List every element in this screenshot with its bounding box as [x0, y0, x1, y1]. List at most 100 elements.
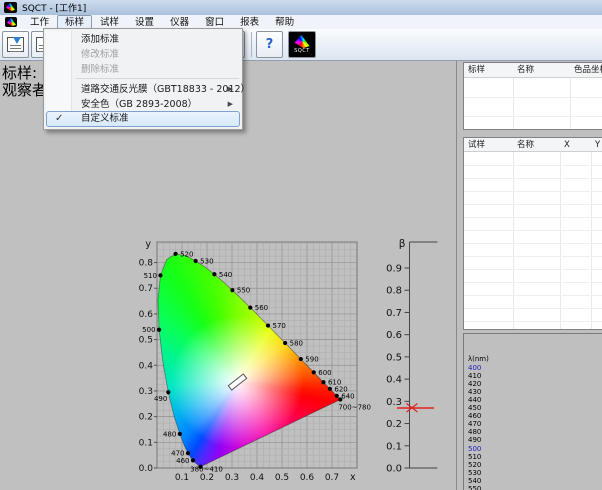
column-header: 标样 [468, 63, 485, 77]
svg-text:0.2: 0.2 [386, 419, 402, 430]
wavelength-value: 400 [468, 364, 481, 372]
wavelength-value: 540 [468, 477, 481, 485]
svg-text:0.3: 0.3 [386, 397, 402, 408]
svg-text:0.4: 0.4 [386, 375, 402, 386]
svg-text:0.7: 0.7 [325, 473, 339, 483]
column-header: 色品坐标 [574, 63, 602, 77]
title-bar: SQCT - [工作1] [0, 0, 602, 15]
menu-item-report[interactable]: 报表 [232, 15, 267, 29]
svg-text:490: 490 [154, 395, 167, 403]
wavelength-panel: λ(nm) 4004104204304404504604704804905005… [463, 333, 602, 490]
svg-text:550: 550 [237, 287, 250, 295]
column-header: 名称 [517, 138, 534, 152]
svg-text:540: 540 [219, 271, 232, 279]
wavelength-value: 500 [468, 445, 481, 453]
svg-text:0.7: 0.7 [386, 308, 402, 319]
wavelength-value: 490 [468, 436, 481, 444]
menu-item-safety-color[interactable]: 安全色（GB 2893-2008）▶ [46, 96, 240, 111]
svg-text:0.2: 0.2 [139, 413, 153, 423]
wavelength-value: 440 [468, 396, 481, 404]
svg-text:600: 600 [318, 369, 331, 377]
svg-text:0.6: 0.6 [386, 330, 402, 341]
svg-text:y: y [145, 239, 151, 250]
window-title: SQCT - [工作1] [22, 1, 86, 14]
svg-text:0.1: 0.1 [386, 441, 402, 452]
svg-text:0.1: 0.1 [175, 473, 189, 483]
svg-text:460: 460 [176, 457, 189, 465]
menu-item-road-traffic-film[interactable]: 道路交通反光膜（GBT18833 - 2012）▶ [46, 81, 240, 96]
menu-item-standard[interactable]: 标样 [57, 15, 92, 29]
samples-table[interactable]: 试样 名称 X Y [463, 137, 602, 330]
menu-item-modify-standard[interactable]: 修改标准 [46, 46, 240, 61]
svg-text:0.2: 0.2 [200, 473, 214, 483]
application-window: SQCT - [工作1] 工作标样试样设置仪器窗口报表帮助 ? [0, 0, 602, 490]
menu-item-window[interactable]: 窗口 [197, 15, 232, 29]
svg-text:470: 470 [171, 450, 184, 458]
svg-text:0.5: 0.5 [139, 336, 153, 346]
wavelength-value: 470 [468, 420, 481, 428]
wavelength-value: 410 [468, 372, 481, 380]
sqct-logo-button[interactable]: SQCT [288, 31, 316, 58]
wavelength-value: 510 [468, 453, 481, 461]
mdi-child-icon [5, 17, 17, 27]
svg-text:0.8: 0.8 [386, 286, 402, 297]
svg-text:570: 570 [273, 322, 286, 330]
wavelength-value: 430 [468, 388, 481, 396]
column-header: Y [595, 138, 600, 152]
menu-item-add-standard[interactable]: 添加标准 [46, 31, 240, 46]
svg-text:700~780: 700~780 [338, 404, 371, 412]
import-standard-icon [7, 37, 24, 52]
svg-text:510: 510 [144, 272, 157, 280]
wavelength-value: 480 [468, 428, 481, 436]
svg-text:0.7: 0.7 [139, 284, 153, 294]
wavelength-label: λ(nm) [468, 355, 489, 363]
menu-item-instrument[interactable]: 仪器 [162, 15, 197, 29]
wavelength-value: 550 [468, 485, 481, 490]
standards-table[interactable]: 标样 名称 色品坐标 [463, 62, 602, 130]
svg-text:0.4: 0.4 [250, 473, 265, 483]
column-header: 名称 [517, 63, 534, 77]
help-button[interactable]: ? [256, 31, 283, 58]
menu-item-work[interactable]: 工作 [22, 15, 57, 29]
wavelength-value: 450 [468, 404, 481, 412]
wavelength-value: 520 [468, 461, 481, 469]
svg-text:610: 610 [328, 379, 341, 387]
cie-horseshoe-gamut [157, 242, 357, 468]
toolbar-separator [251, 32, 252, 57]
menu-separator [76, 78, 239, 79]
menu-item-delete-standard[interactable]: 删除标准 [46, 61, 240, 76]
svg-text:480: 480 [163, 430, 176, 438]
checkmark-icon: ✓ [55, 112, 63, 126]
submenu-arrow-icon: ▶ [228, 82, 233, 97]
menu-item-sample[interactable]: 试样 [92, 15, 127, 29]
wavelength-value: 460 [468, 412, 481, 420]
svg-text:380~410: 380~410 [190, 466, 223, 474]
wavelength-value: 530 [468, 469, 481, 477]
menu-item-settings[interactable]: 设置 [127, 15, 162, 29]
menu-item-help[interactable]: 帮助 [267, 15, 302, 29]
observer-info-label: 观察者 [2, 79, 47, 100]
menu-item-custom-standard[interactable]: ✓自定义标准 [46, 111, 240, 127]
svg-text:0.5: 0.5 [386, 352, 402, 363]
right-panel: 标样名称色品坐标 试样名称XY λ(nm) 400410420430440450… [456, 61, 602, 490]
svg-text:0.0: 0.0 [139, 464, 154, 474]
standard-dropdown-menu: 添加标准修改标准删除标准道路交通反光膜（GBT18833 - 2012）▶安全色… [43, 28, 243, 130]
wavelength-value: 420 [468, 380, 481, 388]
svg-text:x: x [350, 472, 356, 483]
svg-text:0.6: 0.6 [300, 473, 315, 483]
sqct-logo-icon: SQCT [294, 35, 310, 54]
svg-text:0.4: 0.4 [139, 361, 154, 371]
svg-text:560: 560 [255, 304, 268, 312]
column-header: 试样 [468, 138, 485, 152]
submenu-arrow-icon: ▶ [228, 97, 233, 112]
column-header: X [564, 138, 570, 152]
svg-text:640: 640 [341, 392, 354, 400]
svg-text:0.1: 0.1 [139, 438, 153, 448]
menu-bar: 工作标样试样设置仪器窗口报表帮助 [0, 15, 602, 29]
import-standard-button[interactable] [2, 31, 29, 58]
svg-text:β: β [399, 238, 406, 250]
svg-text:0.9: 0.9 [386, 264, 402, 275]
svg-text:0.5: 0.5 [275, 473, 289, 483]
svg-text:0.0: 0.0 [386, 464, 402, 475]
help-icon: ? [266, 37, 274, 52]
